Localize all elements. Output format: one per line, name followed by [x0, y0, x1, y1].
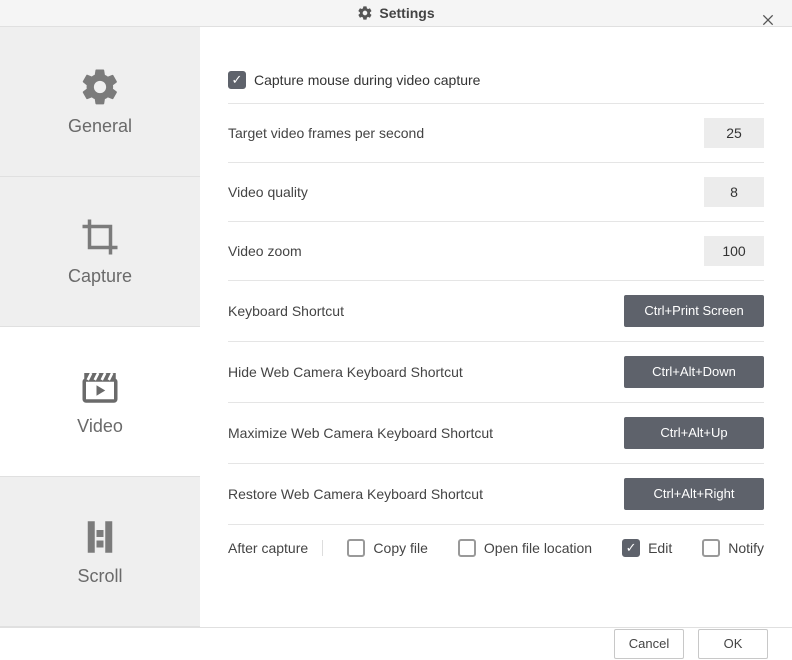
ok-button[interactable]: OK — [698, 629, 768, 659]
edit-label: Edit — [648, 540, 672, 556]
hide-cam-shortcut-row: Hide Web Camera Keyboard Shortcut Ctrl+A… — [228, 342, 764, 403]
main-panel: Capture mouse during video capture Targe… — [200, 27, 792, 627]
after-opt-notify[interactable]: Notify — [702, 539, 764, 557]
sidebar-item-label: Video — [77, 416, 123, 437]
title-wrap: Settings — [357, 5, 434, 21]
max-cam-label: Maximize Web Camera Keyboard Shortcut — [228, 425, 493, 441]
zoom-label: Video zoom — [228, 243, 302, 259]
clapperboard-icon — [79, 366, 121, 408]
crop-icon — [79, 216, 121, 258]
zoom-value[interactable]: 100 — [704, 236, 764, 266]
sidebar-item-capture[interactable]: Capture — [0, 177, 200, 327]
sidebar-item-general[interactable]: General — [0, 27, 200, 177]
restore-cam-shortcut-row: Restore Web Camera Keyboard Shortcut Ctr… — [228, 464, 764, 525]
sidebar-item-video[interactable]: Video — [0, 327, 200, 477]
gear-icon — [357, 5, 373, 21]
restore-cam-label: Restore Web Camera Keyboard Shortcut — [228, 486, 483, 502]
sidebar-item-label: Scroll — [77, 566, 122, 587]
shortcut-row: Keyboard Shortcut Ctrl+Print Screen — [228, 281, 764, 342]
shortcut-button[interactable]: Ctrl+Print Screen — [624, 295, 764, 327]
edit-checkbox[interactable] — [622, 539, 640, 557]
title-text: Settings — [379, 5, 434, 21]
max-cam-shortcut-button[interactable]: Ctrl+Alt+Up — [624, 417, 764, 449]
titlebar: Settings — [0, 0, 792, 27]
after-opt-open[interactable]: Open file location — [458, 539, 592, 557]
scroll-icon — [79, 516, 121, 558]
sidebar-item-scroll[interactable]: Scroll — [0, 477, 200, 627]
fps-row: Target video frames per second 25 — [228, 104, 764, 163]
capture-mouse-checkbox[interactable] — [228, 71, 246, 89]
footer: Cancel OK — [0, 627, 792, 660]
after-opt-copy[interactable]: Copy file — [347, 539, 427, 557]
settings-window: Settings General Capture — [0, 0, 792, 660]
max-cam-shortcut-row: Maximize Web Camera Keyboard Shortcut Ct… — [228, 403, 764, 464]
body: General Capture Video Scroll — [0, 27, 792, 627]
hide-cam-label: Hide Web Camera Keyboard Shortcut — [228, 364, 463, 380]
after-capture-row: After capture Copy file Open file locati… — [228, 525, 764, 557]
after-capture-options: Copy file Open file location Edit Notify — [347, 539, 764, 557]
restore-cam-shortcut-button[interactable]: Ctrl+Alt+Right — [624, 478, 764, 510]
shortcut-label: Keyboard Shortcut — [228, 303, 344, 319]
copy-file-label: Copy file — [373, 540, 427, 556]
quality-value[interactable]: 8 — [704, 177, 764, 207]
sidebar-item-label: Capture — [68, 266, 132, 287]
quality-label: Video quality — [228, 184, 308, 200]
notify-label: Notify — [728, 540, 764, 556]
fps-label: Target video frames per second — [228, 125, 424, 141]
open-location-checkbox[interactable] — [458, 539, 476, 557]
capture-mouse-label: Capture mouse during video capture — [254, 72, 480, 88]
zoom-row: Video zoom 100 — [228, 222, 764, 281]
sidebar-item-label: General — [68, 116, 132, 137]
hide-cam-shortcut-button[interactable]: Ctrl+Alt+Down — [624, 356, 764, 388]
notify-checkbox[interactable] — [702, 539, 720, 557]
gear-icon — [79, 66, 121, 108]
quality-row: Video quality 8 — [228, 163, 764, 222]
capture-mouse-option[interactable]: Capture mouse during video capture — [228, 71, 480, 89]
open-location-label: Open file location — [484, 540, 592, 556]
fps-value[interactable]: 25 — [704, 118, 764, 148]
sidebar: General Capture Video Scroll — [0, 27, 200, 627]
copy-file-checkbox[interactable] — [347, 539, 365, 557]
after-capture-label: After capture — [228, 540, 323, 556]
capture-mouse-row: Capture mouse during video capture — [228, 57, 764, 104]
cancel-button[interactable]: Cancel — [614, 629, 684, 659]
close-icon — [760, 12, 776, 28]
after-opt-edit[interactable]: Edit — [622, 539, 672, 557]
